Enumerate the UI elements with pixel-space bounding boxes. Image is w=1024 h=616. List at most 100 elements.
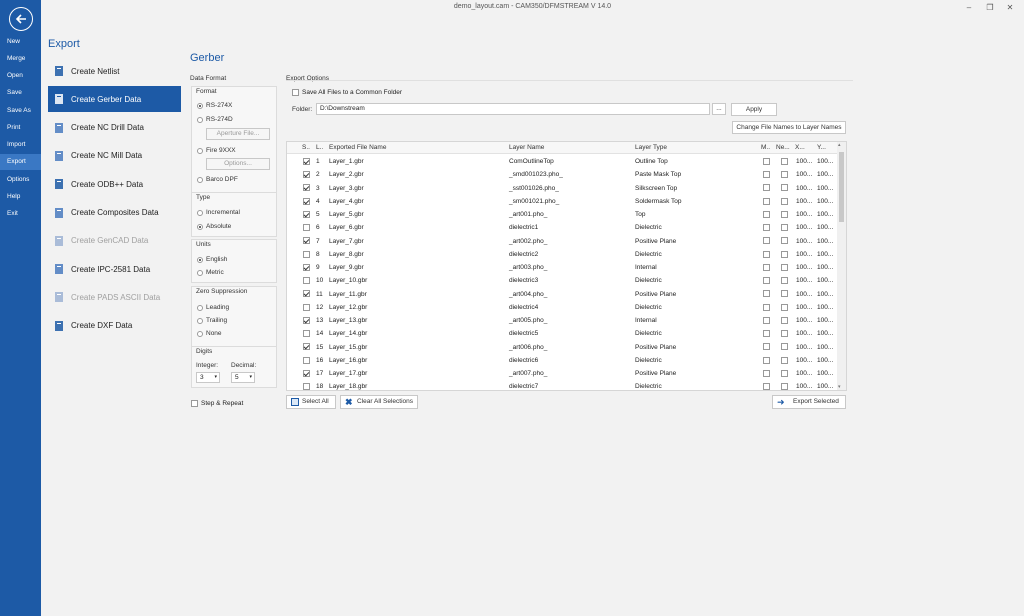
- nav-open[interactable]: Open: [0, 68, 41, 84]
- clear-all-button[interactable]: ✖ Clear All Selections: [340, 395, 418, 409]
- table-row[interactable]: 13 Layer_13.gbr _art005.pho_ Internal 100...…: [287, 314, 837, 327]
- row-file-name[interactable]: Layer_1.gbr: [329, 155, 364, 168]
- scrollbar-thumb[interactable]: [839, 152, 844, 222]
- table-row[interactable]: 15 Layer_15.gbr _art006.pho_ Positive Plane…: [287, 341, 837, 354]
- row-select-checkbox[interactable]: [303, 301, 310, 314]
- row-negative-checkbox[interactable]: [781, 168, 788, 181]
- incremental-radio[interactable]: Incremental: [197, 209, 240, 216]
- table-row[interactable]: 7 Layer_7.gbr _art002.pho_ Positive Plane 10…: [287, 235, 837, 248]
- export-item-create-nc-mill-data[interactable]: Create NC Mill Data: [48, 143, 181, 169]
- row-negative-checkbox[interactable]: [781, 274, 788, 287]
- row-negative-checkbox[interactable]: [781, 261, 788, 274]
- row-select-checkbox[interactable]: [303, 235, 310, 248]
- row-file-name[interactable]: Layer_16.gbr: [329, 354, 367, 367]
- row-negative-checkbox[interactable]: [781, 354, 788, 367]
- trailing-radio[interactable]: Trailing: [197, 317, 227, 324]
- row-negative-checkbox[interactable]: [781, 314, 788, 327]
- export-item-create-pads-ascii-data[interactable]: Create PADS ASCII Data: [48, 284, 181, 310]
- row-select-checkbox[interactable]: [303, 221, 310, 234]
- row-negative-checkbox[interactable]: [781, 195, 788, 208]
- nav-print[interactable]: Print: [0, 120, 41, 136]
- table-row[interactable]: 4 Layer_4.gbr _sm001021.pho_ Soldermask Top…: [287, 195, 837, 208]
- export-item-create-nc-drill-data[interactable]: Create NC Drill Data: [48, 115, 181, 141]
- integer-select[interactable]: 3 ▾: [196, 372, 220, 383]
- column-header[interactable]: Ne...: [776, 142, 790, 154]
- apply-button[interactable]: Apply: [731, 103, 777, 116]
- row-negative-checkbox[interactable]: [781, 248, 788, 261]
- row-select-checkbox[interactable]: [303, 195, 310, 208]
- row-file-name[interactable]: Layer_8.gbr: [329, 248, 364, 261]
- row-select-checkbox[interactable]: [303, 248, 310, 261]
- table-row[interactable]: 1 Layer_1.gbr ComOutlineTop Outline Top 100.…: [287, 155, 837, 168]
- row-select-checkbox[interactable]: [303, 208, 310, 221]
- row-mirror-checkbox[interactable]: [763, 182, 770, 195]
- row-file-name[interactable]: Layer_4.gbr: [329, 195, 364, 208]
- row-select-checkbox[interactable]: [303, 155, 310, 168]
- export-item-create-ipc-2581-data[interactable]: Create IPC-2581 Data: [48, 256, 181, 282]
- row-mirror-checkbox[interactable]: [763, 248, 770, 261]
- column-header[interactable]: Exported File Name: [329, 142, 386, 154]
- minimize-icon[interactable]: –: [962, 2, 976, 14]
- column-header[interactable]: Y...: [817, 142, 826, 154]
- browse-folder-button[interactable]: ...: [712, 103, 726, 115]
- row-negative-checkbox[interactable]: [781, 208, 788, 221]
- nav-merge[interactable]: Merge: [0, 51, 41, 67]
- row-select-checkbox[interactable]: [303, 274, 310, 287]
- english-radio[interactable]: English: [197, 256, 227, 263]
- fire-options-button[interactable]: Options...: [206, 158, 270, 170]
- table-row[interactable]: 18 Layer_18.gbr dielectric7 Dielectric 100..…: [287, 380, 837, 390]
- row-mirror-checkbox[interactable]: [763, 261, 770, 274]
- row-select-checkbox[interactable]: [303, 182, 310, 195]
- nav-help[interactable]: Help: [0, 189, 41, 205]
- row-mirror-checkbox[interactable]: [763, 327, 770, 340]
- restore-icon[interactable]: ❐: [983, 2, 997, 14]
- row-file-name[interactable]: Layer_18.gbr: [329, 380, 367, 390]
- export-item-create-netlist[interactable]: Create Netlist: [48, 58, 181, 84]
- column-header[interactable]: Layer Name: [509, 142, 544, 154]
- column-header[interactable]: S..: [302, 142, 310, 154]
- row-file-name[interactable]: Layer_6.gbr: [329, 221, 364, 234]
- table-row[interactable]: 10 Layer_10.gbr dielectric3 Dielectric 100..…: [287, 274, 837, 287]
- row-negative-checkbox[interactable]: [781, 367, 788, 380]
- row-mirror-checkbox[interactable]: [763, 208, 770, 221]
- row-negative-checkbox[interactable]: [781, 221, 788, 234]
- export-item-create-composites-data[interactable]: Create Composites Data: [48, 200, 181, 226]
- row-select-checkbox[interactable]: [303, 288, 310, 301]
- back-arrow-icon[interactable]: [9, 7, 33, 31]
- row-file-name[interactable]: Layer_2.gbr: [329, 168, 364, 181]
- fire-9xxx-radio[interactable]: Fire 9XXX: [197, 147, 236, 154]
- export-item-create-dxf-data[interactable]: Create DXF Data: [48, 313, 181, 339]
- row-negative-checkbox[interactable]: [781, 182, 788, 195]
- table-row[interactable]: 8 Layer_8.gbr dielectric2 Dielectric 100... 1…: [287, 248, 837, 261]
- table-row[interactable]: 12 Layer_12.gbr dielectric4 Dielectric 100..…: [287, 301, 837, 314]
- table-row[interactable]: 14 Layer_14.gbr dielectric5 Dielectric 100..…: [287, 327, 837, 340]
- decimal-select[interactable]: 5 ▾: [231, 372, 255, 383]
- row-file-name[interactable]: Layer_3.gbr: [329, 182, 364, 195]
- row-mirror-checkbox[interactable]: [763, 168, 770, 181]
- row-mirror-checkbox[interactable]: [763, 155, 770, 168]
- row-select-checkbox[interactable]: [303, 380, 310, 390]
- row-mirror-checkbox[interactable]: [763, 354, 770, 367]
- row-negative-checkbox[interactable]: [781, 235, 788, 248]
- absolute-radio[interactable]: Absolute: [197, 223, 231, 230]
- row-negative-checkbox[interactable]: [781, 301, 788, 314]
- export-item-create-gencad-data[interactable]: Create GenCAD Data: [48, 228, 181, 254]
- export-item-create-gerber-data[interactable]: Create Gerber Data: [48, 86, 181, 113]
- leading-radio[interactable]: Leading: [197, 304, 229, 311]
- row-file-name[interactable]: Layer_10.gbr: [329, 274, 367, 287]
- row-mirror-checkbox[interactable]: [763, 314, 770, 327]
- rs274x-radio[interactable]: RS-274X: [197, 102, 232, 109]
- row-negative-checkbox[interactable]: [781, 155, 788, 168]
- table-row[interactable]: 3 Layer_3.gbr _sst001026.pho_ Silkscreen To…: [287, 182, 837, 195]
- nav-save[interactable]: Save: [0, 85, 41, 101]
- row-select-checkbox[interactable]: [303, 314, 310, 327]
- rs274d-radio[interactable]: RS-274D: [197, 116, 233, 123]
- nav-new[interactable]: New: [0, 34, 41, 50]
- row-mirror-checkbox[interactable]: [763, 195, 770, 208]
- aperture-file-button[interactable]: Aperture File...: [206, 128, 270, 140]
- row-file-name[interactable]: Layer_13.gbr: [329, 314, 367, 327]
- row-mirror-checkbox[interactable]: [763, 367, 770, 380]
- row-negative-checkbox[interactable]: [781, 288, 788, 301]
- metric-radio[interactable]: Metric: [197, 269, 224, 276]
- select-all-button[interactable]: Select All: [286, 395, 336, 409]
